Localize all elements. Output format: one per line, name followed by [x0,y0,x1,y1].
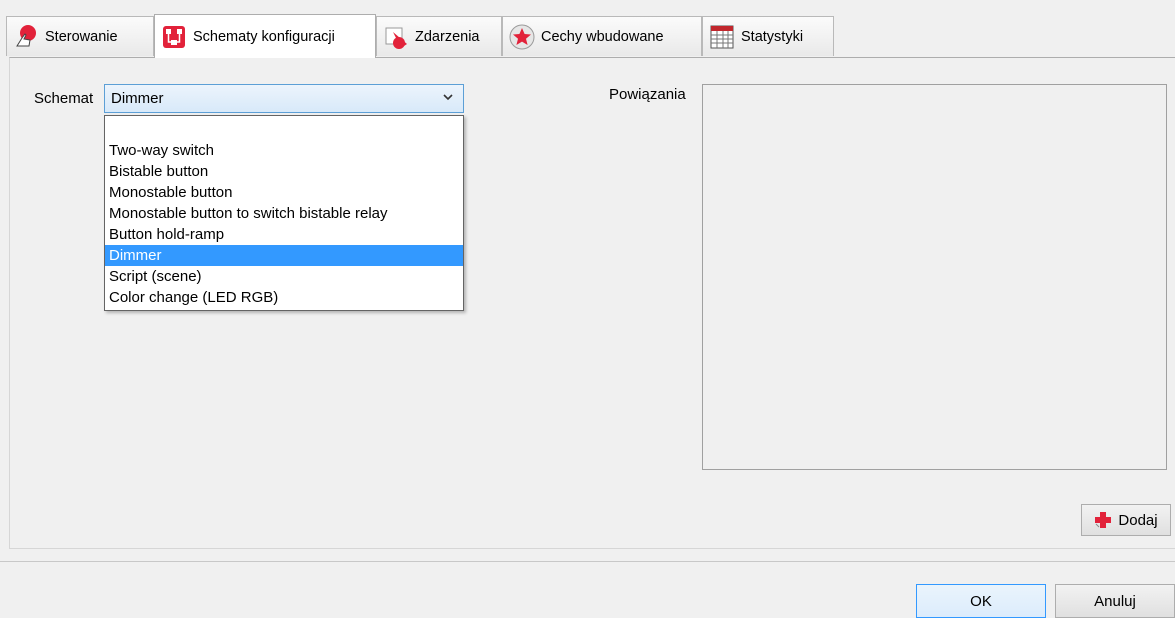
add-button-label: Dodaj [1118,511,1158,529]
list-item-selected[interactable]: Dimmer [105,245,463,266]
schemat-dropdown-list: Two-way switch Bistable button Monostabl… [104,115,464,311]
ok-button-label: OK [970,592,992,610]
star-icon [509,24,535,49]
tab-label: Sterowanie [45,28,118,45]
schema-icon [163,25,185,48]
schemat-label: Schemat [34,90,94,107]
list-item[interactable]: Monostable button to switch bistable rel… [105,203,463,224]
list-item[interactable]: Button hold-ramp [105,224,463,245]
tab-schematy-konfiguracji[interactable]: Schematy konfiguracji [154,14,376,58]
cancel-button-label: Anuluj [1094,592,1136,610]
list-item[interactable]: Monostable button [105,182,463,203]
powiazania-list[interactable] [702,84,1167,470]
chevron-down-icon [443,94,453,101]
tab-label: Schematy konfiguracji [193,28,335,45]
event-icon [385,27,407,49]
tab-label: Cechy wbudowane [541,28,664,45]
add-button[interactable]: Dodaj [1081,504,1171,536]
divider [0,561,1175,562]
add-plus-icon [1095,512,1112,528]
list-item[interactable]: Bistable button [105,161,463,182]
table-grid-icon [710,25,734,48]
tab-bar: Sterowanie Schematy konfiguracji Zdarzen… [0,0,1175,58]
hand-pointer-icon [16,24,36,46]
list-item[interactable]: Script (scene) [105,266,463,287]
tab-statystyki[interactable]: Statystyki [702,16,834,56]
tab-sterowanie[interactable]: Sterowanie [6,16,154,56]
tab-cechy-wbudowane[interactable]: Cechy wbudowane [502,16,702,56]
powiazania-label: Powiązania [609,86,686,103]
schemat-combobox[interactable]: Dimmer [104,84,464,113]
schemat-selected-value: Dimmer [111,90,164,107]
list-item[interactable]: Color change (LED RGB) [105,287,463,308]
tab-label: Statystyki [741,28,804,45]
tab-label: Zdarzenia [415,28,480,45]
tab-zdarzenia[interactable]: Zdarzenia [376,16,502,56]
list-item[interactable]: Two-way switch [105,140,463,161]
